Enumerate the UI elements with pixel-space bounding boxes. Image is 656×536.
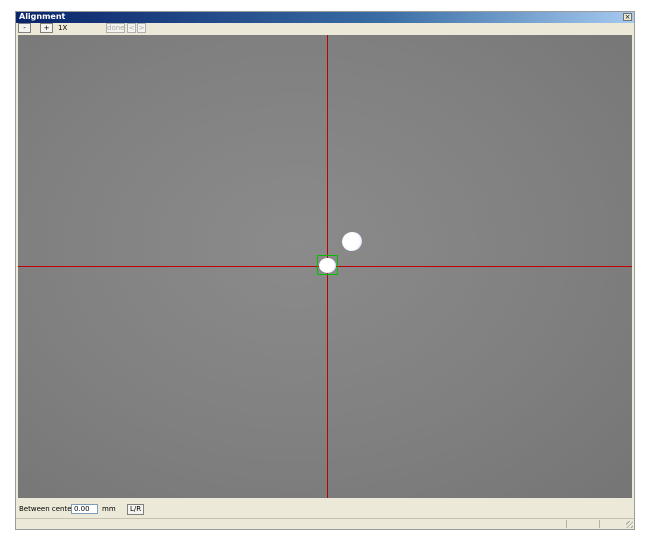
done-button[interactable]: done [106,23,125,33]
toolbar: - + 1X done < > [16,23,634,34]
resize-grip-icon[interactable] [626,521,633,528]
status-bar [16,518,634,529]
zoom-in-button[interactable]: + [40,23,53,33]
camera-viewport[interactable] [18,35,632,498]
window-title: Alignment [19,12,66,21]
light-spot-reflection [339,229,365,254]
between-centers-field[interactable]: 0.00 [71,504,98,514]
next-button[interactable]: > [137,23,146,33]
measurement-bar: Between centers 0.00 mm L/R [16,500,634,518]
status-pane-1 [566,520,599,528]
selection-box[interactable] [317,255,338,275]
unit-label: mm [102,505,116,513]
lr-button[interactable]: L/R [127,504,144,515]
alignment-window: Alignment × - + 1X done < > Between cent… [15,11,635,530]
close-icon[interactable]: × [623,13,632,21]
status-pane-2 [599,520,624,528]
zoom-out-button[interactable]: - [18,23,31,33]
title-bar[interactable]: Alignment × [16,12,634,23]
prev-button[interactable]: < [127,23,136,33]
between-centers-label: Between centers [19,505,79,513]
zoom-level: 1X [58,24,68,32]
